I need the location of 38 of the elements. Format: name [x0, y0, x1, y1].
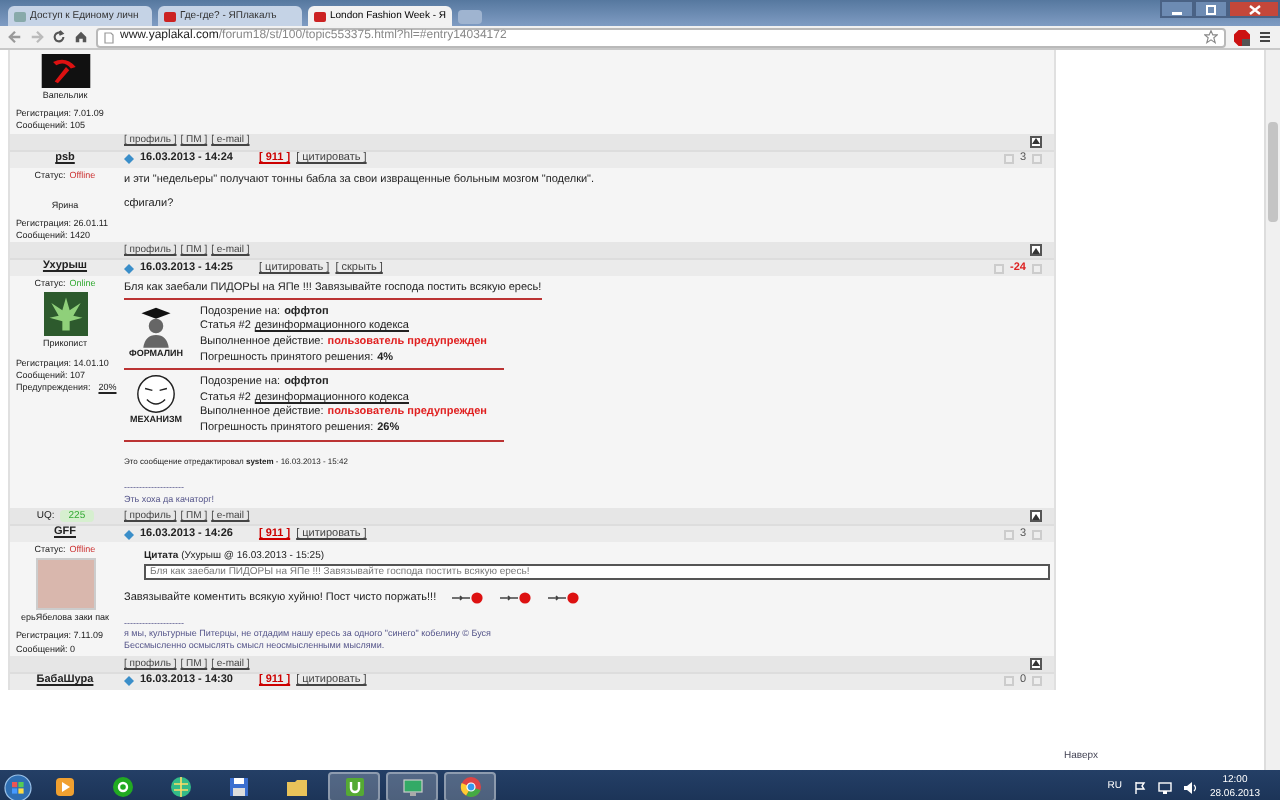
globe-icon[interactable] — [169, 776, 191, 798]
avatar-image — [43, 292, 87, 337]
flag-icon[interactable] — [1133, 781, 1146, 793]
chrome-icon[interactable] — [459, 776, 481, 798]
folder-icon[interactable] — [285, 776, 307, 798]
reload-icon[interactable] — [52, 30, 66, 44]
rose-icon — [500, 592, 533, 605]
maximize-button[interactable] — [1194, 0, 1228, 18]
volume-icon[interactable] — [1183, 781, 1198, 793]
face-drawing — [136, 374, 176, 415]
network-icon[interactable] — [1157, 781, 1172, 793]
adblock-icon[interactable] — [1234, 29, 1250, 45]
monitor-icon[interactable] — [401, 776, 423, 798]
minimize-button[interactable] — [1160, 0, 1194, 18]
favicon-icon — [314, 11, 326, 21]
home-icon[interactable] — [74, 30, 88, 44]
media-player-icon[interactable] — [53, 776, 75, 798]
rose-icon — [452, 592, 485, 605]
post-arrow-icon — [124, 154, 134, 165]
maximize-icon[interactable] — [1204, 3, 1218, 15]
page-icon — [104, 31, 114, 43]
post-arrow-icon — [124, 676, 134, 687]
post-arrow-icon — [124, 263, 134, 274]
start-button-icon[interactable] — [4, 773, 32, 800]
rose-icon — [548, 592, 581, 605]
graduate-drawing — [136, 303, 176, 348]
favicon-icon — [164, 11, 176, 21]
close-button[interactable] — [1228, 0, 1280, 18]
at-sign-icon[interactable] — [111, 776, 133, 798]
scrollbar-thumb[interactable] — [1268, 122, 1278, 222]
torrent-icon[interactable] — [343, 776, 365, 798]
star-icon[interactable] — [1204, 30, 1218, 44]
scrollbar[interactable] — [1264, 50, 1280, 770]
post-arrow-icon — [124, 529, 134, 540]
photo-placeholder — [35, 558, 95, 611]
menu-icon[interactable] — [1258, 30, 1272, 44]
favicon-icon — [14, 11, 26, 21]
close-icon[interactable] — [1247, 3, 1261, 15]
